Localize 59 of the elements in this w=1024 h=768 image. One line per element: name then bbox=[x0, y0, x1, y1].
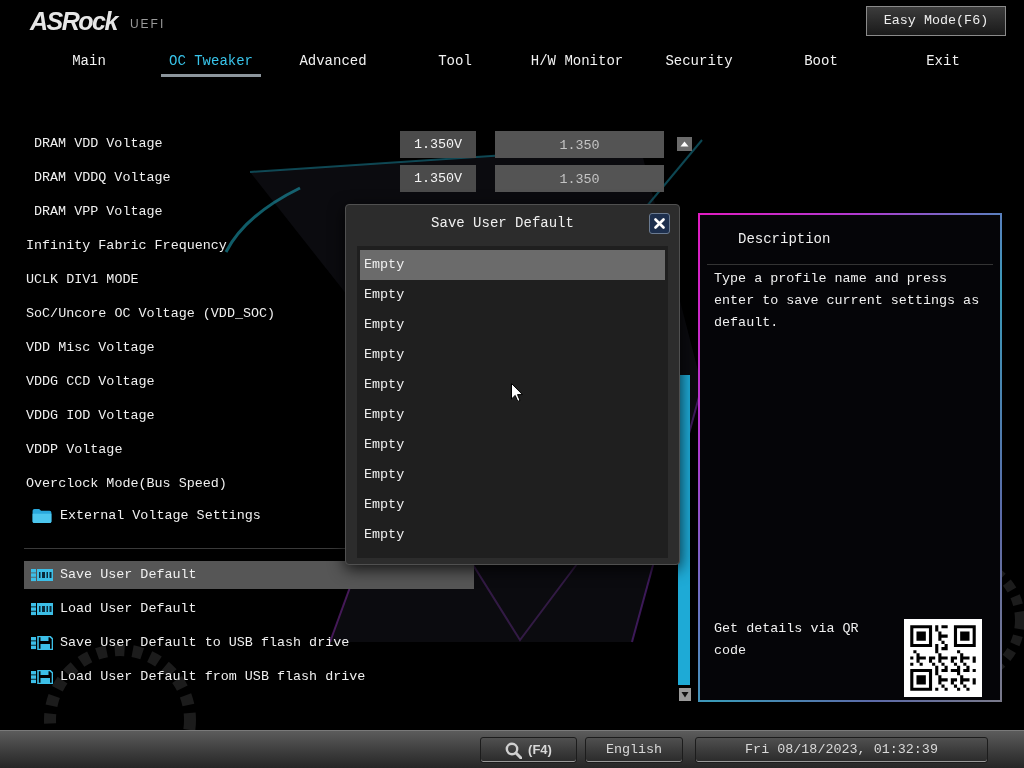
tab[interactable]: Tool bbox=[430, 48, 480, 77]
profile-slot[interactable]: Empty bbox=[360, 400, 665, 430]
floppy-disk-icon bbox=[31, 670, 53, 684]
setting-label[interactable]: UCLK DIV1 MODE bbox=[26, 269, 139, 291]
tab[interactable]: Main bbox=[64, 48, 114, 77]
menu-item[interactable]: Load User Default from USB flash drive bbox=[24, 663, 474, 691]
profile-slot[interactable]: Empty bbox=[360, 490, 665, 520]
setting-label[interactable]: SoC/Uncore OC Voltage (VDD_SOC) bbox=[26, 303, 276, 325]
setting-label[interactable]: Overclock Mode(Bus Speed) bbox=[26, 473, 227, 495]
setting-label[interactable]: Infinity Fabric Frequency bbox=[26, 235, 227, 257]
value-input[interactable]: 1.350 bbox=[495, 130, 664, 158]
setting-label[interactable]: DRAM VDDQ Voltage bbox=[34, 167, 171, 189]
search-icon bbox=[505, 741, 523, 759]
close-button[interactable] bbox=[649, 212, 670, 234]
cursor-icon bbox=[511, 383, 523, 402]
brand-logo: ASRock bbox=[30, 7, 117, 35]
setting-label[interactable]: VDDG CCD Voltage bbox=[26, 371, 155, 393]
uefi-label: UEFI bbox=[129, 17, 166, 31]
setting-label[interactable]: DRAM VDD Voltage bbox=[34, 133, 163, 155]
profile-slot[interactable]: Empty bbox=[360, 370, 665, 400]
profile-slot[interactable]: Empty bbox=[360, 460, 665, 490]
tab[interactable]: Exit bbox=[918, 48, 968, 77]
profile-slot[interactable]: Empty bbox=[360, 280, 665, 310]
dialog-title: Save User Default bbox=[431, 213, 574, 233]
value-display: 1.350V bbox=[400, 130, 476, 158]
profile-slot[interactable]: Empty bbox=[360, 250, 665, 280]
tab[interactable]: Boot bbox=[796, 48, 846, 77]
close-icon bbox=[654, 217, 665, 229]
search-button[interactable]: (F4) bbox=[480, 737, 577, 763]
value-display: 1.350V bbox=[400, 164, 476, 192]
menu-item[interactable]: Save User Default bbox=[24, 561, 474, 589]
easy-mode-button[interactable]: Easy Mode(F6) bbox=[866, 6, 1006, 36]
profile-slot[interactable]: Empty bbox=[360, 520, 665, 550]
submenu-item[interactable]: External Voltage Settings bbox=[32, 505, 261, 527]
floppy-disk-icon bbox=[31, 636, 53, 650]
menu-item[interactable]: Load User Default bbox=[24, 595, 474, 623]
qr-caption: Get details via QR code bbox=[714, 620, 860, 660]
profile-slot[interactable]: Empty bbox=[360, 430, 665, 460]
tab[interactable]: Security bbox=[657, 48, 741, 77]
setting-label[interactable]: VDD Misc Voltage bbox=[26, 337, 155, 359]
qr-code-icon bbox=[904, 619, 982, 697]
folder-icon bbox=[32, 508, 52, 524]
setting-label[interactable]: DRAM VPP Voltage bbox=[34, 201, 163, 223]
description-text: Type a profile name and press enter to save current settings as default. bbox=[714, 270, 981, 332]
value-input[interactable]: 1.350 bbox=[495, 164, 664, 192]
description-title: Description bbox=[738, 230, 831, 249]
profile-slot[interactable]: Empty bbox=[360, 310, 665, 340]
setting-label[interactable]: VDDP Voltage bbox=[26, 439, 123, 461]
scrollbar-thumb[interactable] bbox=[678, 375, 690, 685]
chip-icon bbox=[31, 602, 53, 616]
profile-slot[interactable]: Empty bbox=[360, 340, 665, 370]
chip-icon bbox=[31, 568, 53, 582]
menu-item[interactable]: Save User Default to USB flash drive bbox=[24, 629, 474, 657]
tab[interactable]: H/W Monitor bbox=[522, 48, 632, 77]
datetime-display: Fri 08/18/2023, 01:32:39 bbox=[695, 737, 988, 763]
language-button[interactable]: English bbox=[585, 737, 683, 763]
tab[interactable]: OC Tweaker bbox=[161, 48, 261, 77]
setting-label[interactable]: VDDG IOD Voltage bbox=[26, 405, 155, 427]
tab[interactable]: Advanced bbox=[291, 48, 375, 77]
